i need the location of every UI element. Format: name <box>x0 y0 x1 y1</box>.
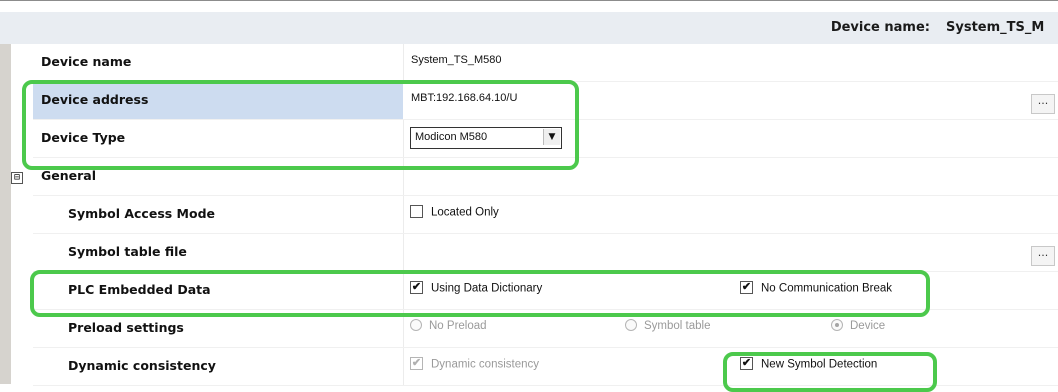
highlight-new-symbol-detection <box>723 352 937 392</box>
device-name-value[interactable]: System_TS_M580 <box>411 54 501 66</box>
no-preload-radio[interactable]: No Preload <box>410 319 487 336</box>
column-divider <box>403 196 404 233</box>
properties-header: Device name: System_TS_M <box>0 12 1058 44</box>
row-symbol-table-file[interactable]: Symbol table file ... <box>33 234 1058 272</box>
located-only-checkbox[interactable]: Located Only <box>410 205 499 222</box>
radio-selected-icon[interactable] <box>831 319 843 331</box>
symbol-table-file-label: Symbol table file <box>68 244 187 259</box>
checkbox-unchecked-icon[interactable] <box>410 205 423 218</box>
highlight-device-address-type <box>22 80 579 170</box>
no-preload-label: No Preload <box>429 320 487 333</box>
tree-gutter <box>0 44 11 384</box>
column-divider <box>403 348 404 385</box>
row-symbol-access-mode[interactable]: Symbol Access Mode Located Only <box>33 196 1058 234</box>
highlight-plc-embedded-data <box>30 270 930 317</box>
header-device-name-value: System_TS_M <box>946 20 1045 35</box>
symbol-table-file-browse-button[interactable]: ... <box>1031 246 1055 266</box>
collapse-toggle-icon[interactable]: ⊟ <box>11 172 23 184</box>
header-device-name-label: Device name: <box>830 20 930 35</box>
device-radio[interactable]: Device <box>831 319 886 336</box>
symbol-access-mode-label: Symbol Access Mode <box>68 206 216 221</box>
general-group-label: General <box>41 168 96 183</box>
radio-unselected-icon[interactable] <box>410 319 422 331</box>
device-name-label: Device name <box>41 54 132 69</box>
dynamic-consistency-option-label: Dynamic consistency <box>431 358 540 371</box>
device-radio-label: Device <box>850 320 886 333</box>
dynamic-consistency-checkbox[interactable]: ✔ Dynamic consistency <box>410 357 540 374</box>
device-address-browse-button[interactable]: ... <box>1031 94 1055 114</box>
located-only-label: Located Only <box>431 206 499 219</box>
symbol-table-label: Symbol table <box>644 320 711 333</box>
dynamic-consistency-label: Dynamic consistency <box>68 358 216 373</box>
preload-settings-label: Preload settings <box>68 320 184 335</box>
row-device-name[interactable]: Device name System_TS_M580 <box>33 44 1058 82</box>
radio-unselected-icon[interactable] <box>625 319 637 331</box>
column-divider <box>403 44 404 81</box>
checkbox-checked-icon[interactable]: ✔ <box>410 357 423 370</box>
symbol-table-radio[interactable]: Symbol table <box>625 319 711 336</box>
column-divider <box>403 234 404 271</box>
